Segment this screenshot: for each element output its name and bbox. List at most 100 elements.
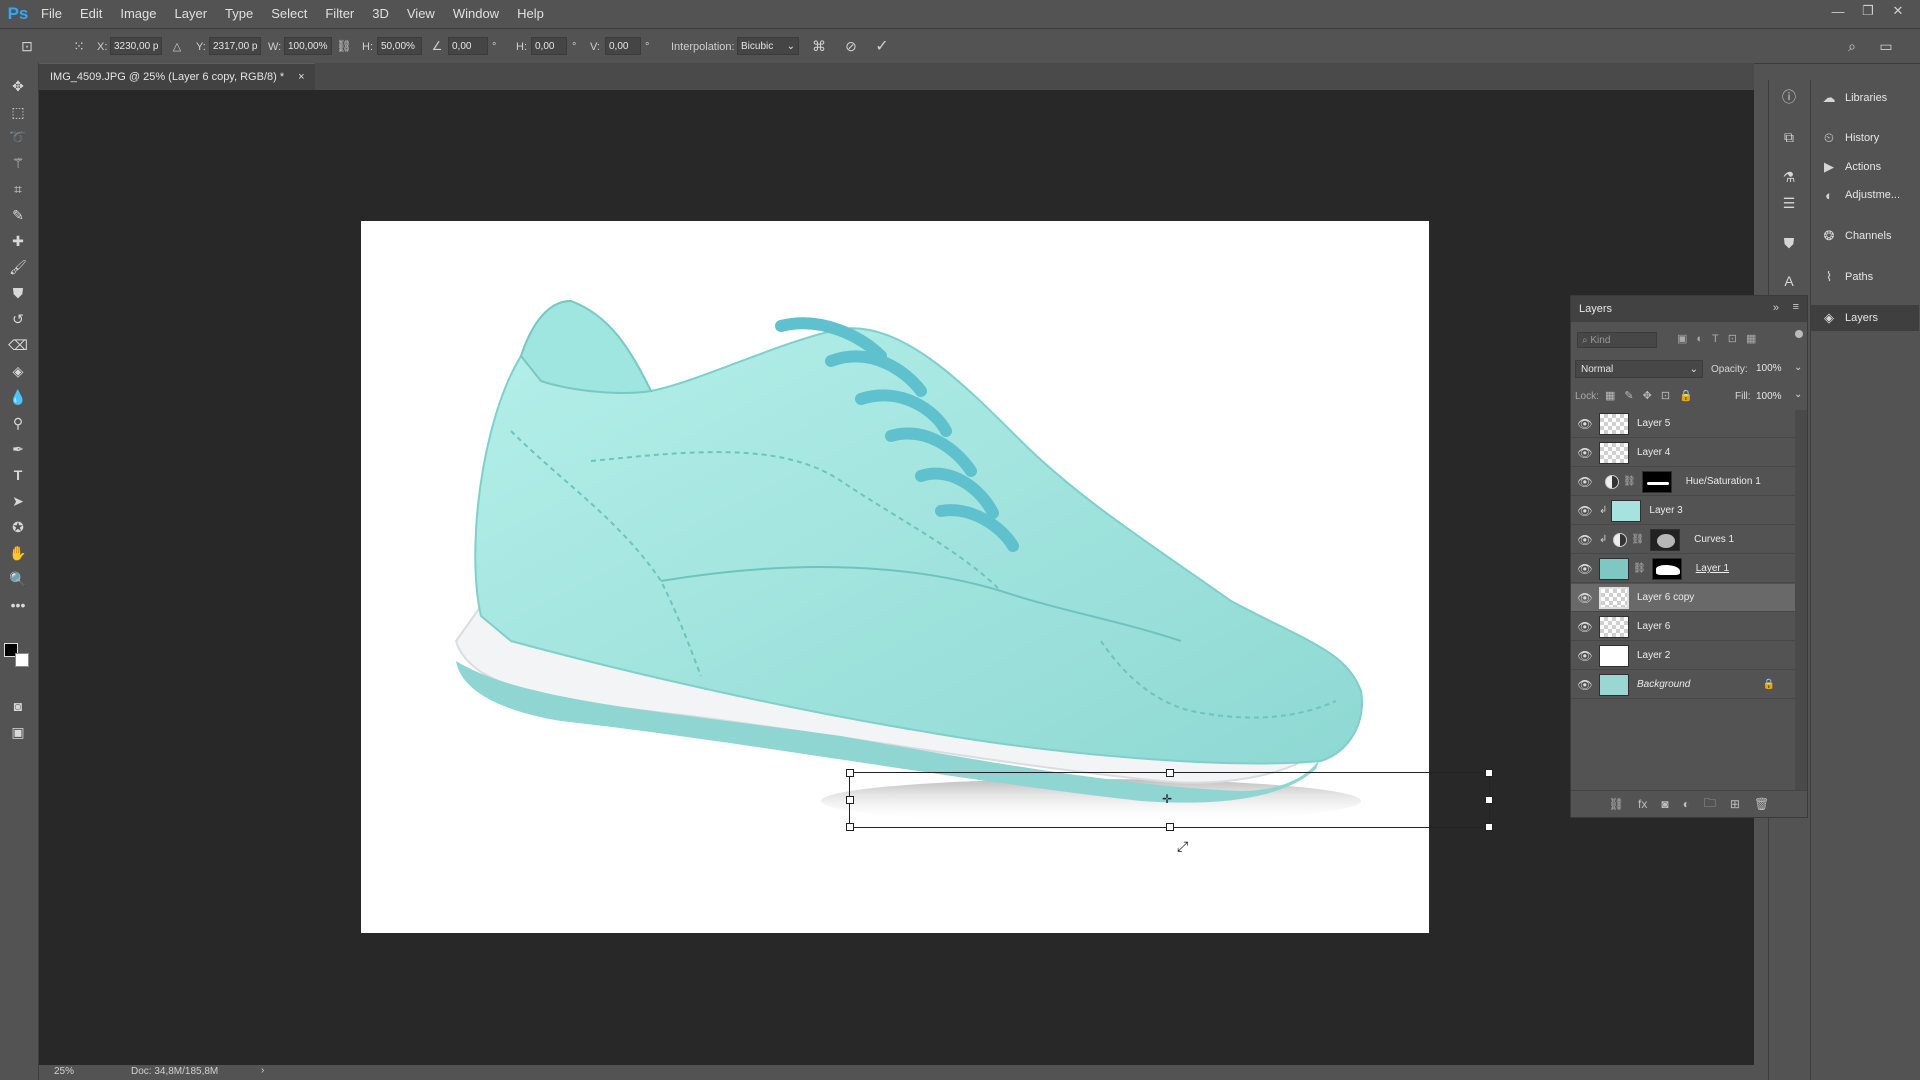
zoom-tool-icon[interactable]: 🔍 <box>6 568 30 590</box>
transform-handle[interactable] <box>1485 823 1493 831</box>
menu-select[interactable]: Select <box>262 0 316 27</box>
transform-handle[interactable] <box>1485 796 1493 804</box>
history-panel-button[interactable]: ⏲ History <box>1811 125 1919 151</box>
eyedropper-tool-icon[interactable]: ✎ <box>6 204 30 226</box>
transform-handle[interactable] <box>1166 823 1174 831</box>
menu-type[interactable]: Type <box>216 0 262 27</box>
paths-panel-button[interactable]: ⌇ Paths <box>1811 264 1919 290</box>
mask-link-icon[interactable]: ⛓ <box>1633 563 1646 574</box>
layer-row[interactable]: 👁 ↲ ⛓ Curves 1 <box>1571 526 1795 554</box>
menu-view[interactable]: View <box>398 0 444 27</box>
layer-row[interactable]: 👁 ↲ Layer 3 <box>1571 497 1795 525</box>
fill-field[interactable]: 100% <box>1756 388 1794 406</box>
close-tab-icon[interactable]: × <box>298 71 304 83</box>
layer-filter-icons[interactable]: ▣◐T⊡▦ <box>1677 332 1765 345</box>
add-mask-icon[interactable]: ◙ <box>1661 797 1668 811</box>
status-menu-arrow[interactable]: › <box>261 1065 264 1076</box>
channels-panel-button[interactable]: ❂ Channels <box>1811 223 1919 249</box>
blend-mode-select[interactable]: Normal ⌄ <box>1575 360 1703 378</box>
libraries-panel-button[interactable]: ☁ Libraries <box>1811 85 1919 111</box>
transform-handle[interactable] <box>1485 769 1493 777</box>
restore-icon[interactable]: ❐ <box>1854 0 1882 22</box>
transform-handle[interactable] <box>846 796 854 804</box>
menu-file[interactable]: File <box>32 0 71 27</box>
blur-tool-icon[interactable]: 💧 <box>6 386 30 408</box>
mask-link-icon[interactable]: ⛓ <box>1631 534 1644 545</box>
menu-filter[interactable]: Filter <box>316 0 363 27</box>
layer-row[interactable]: 👁 ⛓ Hue/Saturation 1 <box>1571 468 1795 496</box>
interpolation-select[interactable]: Bicubic ⌄ <box>737 37 799 55</box>
width-field[interactable]: 100,00% <box>284 37 332 55</box>
path-selection-tool-icon[interactable]: ➤ <box>6 490 30 512</box>
delete-layer-icon[interactable]: 🗑 <box>1754 797 1769 811</box>
visibility-eye-icon[interactable]: 👁 <box>1571 417 1599 431</box>
menu-help[interactable]: Help <box>508 0 553 27</box>
height-field[interactable]: 50,00% <box>377 37 422 55</box>
mask-link-icon[interactable]: ⛓ <box>1623 476 1636 487</box>
menu-window[interactable]: Window <box>444 0 508 27</box>
layer-row[interactable]: 👁 ⛓ Layer 1 <box>1571 555 1795 583</box>
cancel-transform-icon[interactable]: ⊘ <box>842 37 860 55</box>
adjustments-panel-button[interactable]: ◐ Adjustme... <box>1811 182 1919 208</box>
visibility-eye-icon[interactable]: 👁 <box>1571 591 1599 605</box>
brush-tool-icon[interactable]: 🖌 <box>6 256 30 278</box>
collapse-panel-icon[interactable]: » <box>1773 302 1779 314</box>
info-icon[interactable]: ⓘ <box>1778 86 1800 108</box>
marquee-tool-icon[interactable]: ⬚ <box>6 101 30 123</box>
transform-handle[interactable] <box>846 769 854 777</box>
chevron-down-icon[interactable]: ⌄ <box>1794 362 1802 373</box>
layer-row[interactable]: 👁 Background 🔒 <box>1571 671 1795 699</box>
visibility-eye-icon[interactable]: 👁 <box>1571 504 1599 518</box>
visibility-eye-icon[interactable]: 👁 <box>1571 562 1599 576</box>
menu-layer[interactable]: Layer <box>166 0 217 27</box>
close-icon[interactable]: ✕ <box>1884 0 1912 22</box>
layers-scrollbar[interactable] <box>1795 410 1807 790</box>
actions-panel-button[interactable]: ▶ Actions <box>1811 154 1919 180</box>
healing-brush-tool-icon[interactable]: ✚ <box>6 230 30 252</box>
lock-options-icons[interactable]: ▦✎✥⊡🔒 <box>1605 389 1702 402</box>
panel-menu-icon[interactable]: ≡ <box>1793 301 1799 313</box>
screen-mode-icon[interactable]: ▣ <box>6 721 30 743</box>
reference-point-icon[interactable]: ⁙ <box>70 37 88 55</box>
search-icon[interactable]: ⌕ <box>1843 37 1861 55</box>
eraser-tool-icon[interactable]: ⌫ <box>6 334 30 356</box>
dodge-tool-icon[interactable]: ⚲ <box>6 412 30 434</box>
menu-image[interactable]: Image <box>111 0 165 27</box>
filter-toggle-icon[interactable] <box>1795 330 1803 338</box>
commit-transform-icon[interactable]: ✓ <box>873 37 891 55</box>
menu-edit[interactable]: Edit <box>71 0 111 27</box>
background-color-swatch[interactable] <box>15 653 29 667</box>
adjust-sliders-icon[interactable]: ☰ <box>1778 192 1800 214</box>
link-layers-icon[interactable]: ⛓ <box>1609 797 1624 811</box>
reference-point-icon[interactable]: ✛ <box>1162 792 1172 806</box>
crop-tool-icon[interactable]: ⌗ <box>6 178 30 200</box>
quick-mask-icon[interactable]: ◙ <box>6 695 30 717</box>
workspace-icon[interactable]: ▭ <box>1877 37 1895 55</box>
move-tool-icon[interactable]: ✥ <box>6 75 30 97</box>
layer-filter-kind[interactable]: ⌕ Kind <box>1577 332 1657 348</box>
angle-field[interactable]: 0,00 <box>448 37 488 55</box>
layer-row[interactable]: 👁 Layer 6 <box>1571 613 1795 641</box>
layers-panel-button[interactable]: ◈ Layers <box>1811 305 1919 331</box>
properties-icon[interactable]: ⧉ <box>1778 126 1800 148</box>
layer-row[interactable]: 👁 Layer 2 <box>1571 642 1795 670</box>
zoom-level[interactable]: 25% <box>54 1066 74 1077</box>
new-layer-icon[interactable]: ⊞ <box>1730 797 1740 811</box>
visibility-eye-icon[interactable]: 👁 <box>1571 446 1599 460</box>
transform-handle[interactable] <box>1166 769 1174 777</box>
transform-preset-icon[interactable]: ⊡ <box>18 37 36 55</box>
x-position-field[interactable]: 3230,00 p <box>110 37 162 55</box>
fx-icon[interactable]: fx <box>1638 797 1647 811</box>
character-icon[interactable]: A <box>1778 270 1800 292</box>
chevron-down-icon[interactable]: ⌄ <box>1794 389 1802 400</box>
visibility-eye-icon[interactable]: 👁 <box>1571 649 1599 663</box>
brush-settings-icon[interactable]: ⚗ <box>1778 166 1800 188</box>
visibility-eye-icon[interactable]: 👁 <box>1571 533 1599 547</box>
document-tab[interactable]: IMG_4509.JPG @ 25% (Layer 6 copy, RGB/8)… <box>38 63 315 90</box>
clone-stamp-tool-icon[interactable]: ⛊ <box>6 282 30 304</box>
link-icon[interactable]: ⛓ <box>335 37 353 55</box>
visibility-eye-icon[interactable]: 👁 <box>1571 475 1599 489</box>
custom-shape-tool-icon[interactable]: ✪ <box>6 516 30 538</box>
menu-3d[interactable]: 3D <box>363 0 398 27</box>
new-adjustment-icon[interactable]: ◐ <box>1683 797 1690 811</box>
